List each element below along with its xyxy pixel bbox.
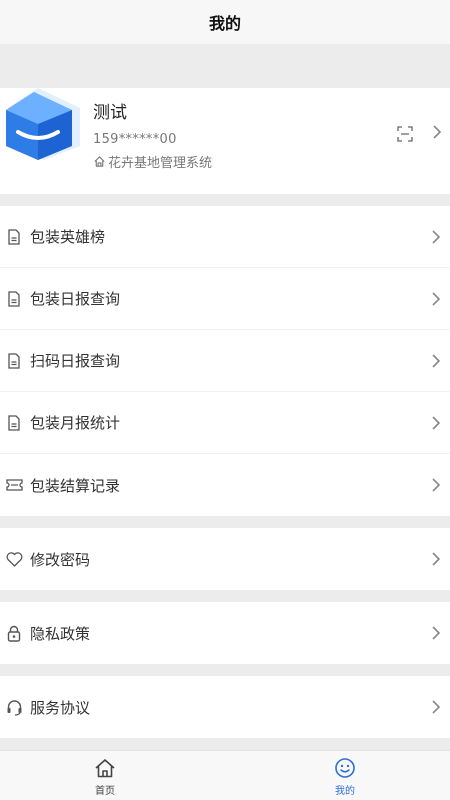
home-small-icon [94, 156, 105, 167]
chevron-right-icon [433, 125, 442, 139]
menu-item-label: 扫码日报查询 [30, 352, 121, 370]
tab-label: 我的 [335, 786, 355, 797]
menu-item-label: 服务协议 [30, 698, 91, 717]
page-title: 我的 [208, 14, 241, 33]
home-icon [95, 759, 115, 778]
chevron-right-icon [432, 229, 441, 244]
chevron-right-icon [432, 415, 441, 430]
menu-item-scan-daily[interactable]: 扫码日报查询 [0, 330, 450, 392]
user-org-label: 花卉基地管理系统 [108, 156, 213, 171]
chevron-right-icon [432, 552, 441, 566]
menu-item-privacy-policy[interactable]: 隐私政策 [0, 602, 450, 664]
menu-group-password: 修改密码 [0, 528, 450, 590]
chevron-right-icon [432, 478, 441, 492]
document-icon [5, 414, 23, 432]
app-logo-icon [6, 88, 80, 160]
menu-item-pack-daily[interactable]: 包装日报查询 [0, 268, 450, 330]
lock-icon [5, 624, 23, 642]
user-name: 测试 [93, 103, 127, 123]
menu-item-label: 包装英雄榜 [30, 228, 106, 246]
chevron-right-icon [432, 626, 441, 640]
tab-bar: 首页 我的 [0, 750, 450, 800]
menu-item-change-password[interactable]: 修改密码 [0, 528, 450, 590]
ticket-icon [5, 476, 23, 494]
menu-group-agreement: 服务协议 [0, 676, 450, 738]
chevron-right-icon [432, 353, 441, 368]
tab-label: 首页 [95, 786, 115, 797]
chevron-right-icon [432, 291, 441, 306]
menu-group-privacy: 隐私政策 [0, 602, 450, 664]
document-icon [5, 290, 23, 308]
menu-item-label: 包装日报查询 [30, 290, 121, 308]
document-icon [5, 352, 23, 370]
chevron-right-icon [432, 700, 441, 714]
menu-group-reports: 包装英雄榜 包装日报查询 扫码日报查询 包装月报统计 包装结算记录 [0, 206, 450, 516]
heart-icon [5, 550, 23, 568]
menu-item-label: 修改密码 [30, 550, 91, 569]
user-org: 花卉基地管理系统 [93, 152, 212, 171]
menu-item-settlement[interactable]: 包装结算记录 [0, 454, 450, 516]
menu-item-label: 包装结算记录 [30, 476, 121, 495]
menu-item-label: 包装月报统计 [30, 414, 121, 432]
tab-home[interactable]: 首页 [75, 757, 135, 797]
headset-icon [5, 698, 23, 716]
menu-item-hero-board[interactable]: 包装英雄榜 [0, 206, 450, 268]
profile-card[interactable]: 测试 159******00 花卉基地管理系统 [0, 88, 450, 194]
menu-item-service-agreement[interactable]: 服务协议 [0, 676, 450, 738]
document-icon [5, 228, 23, 246]
tab-mine[interactable]: 我的 [315, 757, 375, 797]
nav-bar: 我的 [0, 0, 450, 44]
menu-item-label: 隐私政策 [30, 624, 91, 643]
avatar [4, 88, 82, 160]
user-phone: 159******00 [93, 132, 177, 147]
smile-icon [335, 758, 355, 778]
scan-icon[interactable] [397, 126, 413, 142]
menu-item-pack-monthly[interactable]: 包装月报统计 [0, 392, 450, 454]
